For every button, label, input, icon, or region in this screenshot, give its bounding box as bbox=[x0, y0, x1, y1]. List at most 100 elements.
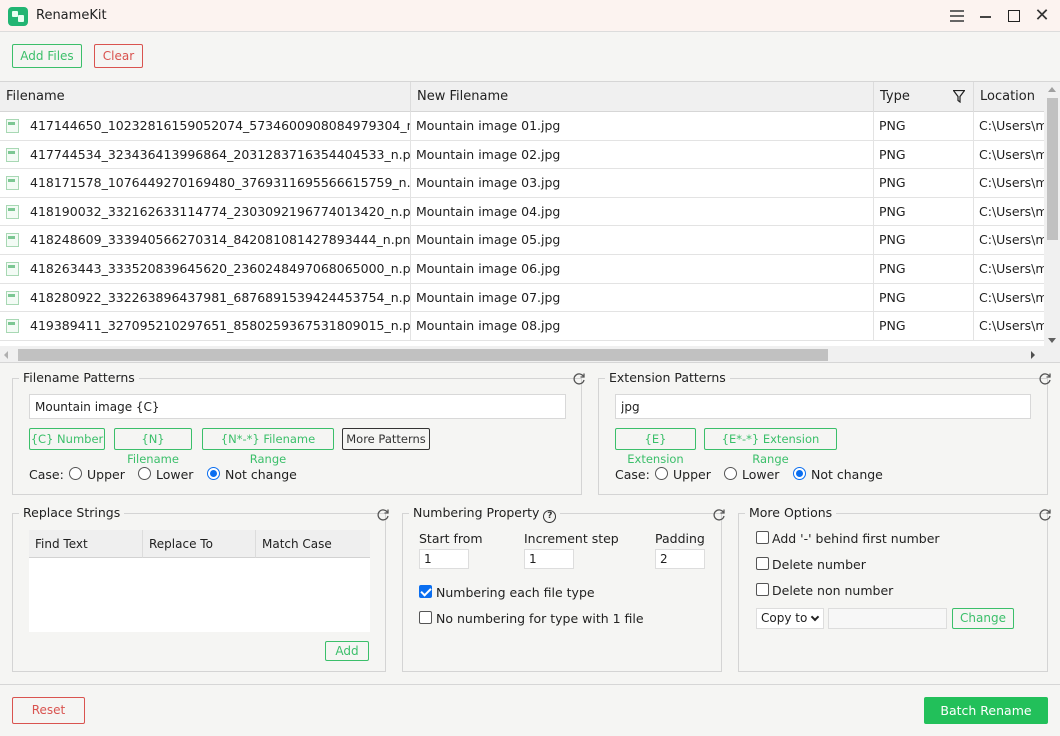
numbering-property-title: Numbering Property ? bbox=[409, 505, 561, 523]
table-row[interactable]: 418263443_333520839645620_23602484970680… bbox=[0, 255, 1044, 284]
start-from-input[interactable]: 1 bbox=[419, 549, 469, 569]
extension-case-not-change-radio[interactable] bbox=[793, 467, 806, 480]
column-header-replace-to[interactable]: Replace To bbox=[143, 530, 256, 558]
extension-patterns-title: Extension Patterns bbox=[605, 370, 730, 385]
add-replace-button[interactable]: Add bbox=[325, 641, 369, 661]
numbering-property-label: Numbering Property bbox=[413, 505, 540, 520]
table-row[interactable]: 417744534_323436413996864_20312837163544… bbox=[0, 140, 1044, 170]
extension-patterns-group: Extension Patterns {E} Extension {E*-*} … bbox=[598, 370, 1048, 495]
extension-patterns-reset-icon[interactable] bbox=[1038, 372, 1052, 386]
column-header-find-text[interactable]: Find Text bbox=[29, 530, 143, 558]
no-numbering-single-checkbox[interactable] bbox=[419, 611, 432, 624]
delete-number-checkbox[interactable] bbox=[756, 557, 769, 570]
app-logo-icon bbox=[8, 7, 28, 26]
table-row[interactable]: 418248609_333940566270314_84208108142789… bbox=[0, 226, 1044, 255]
column-header-new-filename[interactable]: New Filename bbox=[411, 82, 874, 112]
filter-icon[interactable] bbox=[953, 90, 965, 103]
filename-case-label: Case: bbox=[29, 467, 64, 482]
insert-filename-button[interactable]: {N} Filename bbox=[114, 428, 192, 466]
maximize-icon[interactable] bbox=[1004, 6, 1024, 26]
filename-case-not-change-radio[interactable] bbox=[207, 467, 220, 480]
app-title: RenameKit bbox=[36, 8, 107, 23]
padding-input[interactable]: 2 bbox=[655, 549, 705, 569]
extension-case-lower-label: Lower bbox=[742, 467, 780, 482]
more-options-group: More Options Add '-' behind first number… bbox=[738, 505, 1048, 672]
extension-case-lower-radio[interactable] bbox=[724, 467, 737, 480]
table-row[interactable]: 419389411_327095210297651_85802593675318… bbox=[0, 312, 1044, 341]
insert-filename-range-button[interactable]: {N*-*} Filename Range bbox=[202, 428, 334, 466]
extension-pattern-input[interactable] bbox=[615, 394, 1031, 419]
filename-patterns-title: Filename Patterns bbox=[19, 370, 139, 385]
extension-case-upper-label: Upper bbox=[673, 467, 711, 482]
filename-case-upper-label: Upper bbox=[87, 467, 125, 482]
add-files-button[interactable]: Add Files bbox=[12, 44, 82, 68]
cell-new-filename: Mountain image 07.jpg bbox=[411, 283, 874, 312]
cell-type: PNG bbox=[874, 140, 974, 169]
padding-label: Padding bbox=[655, 531, 705, 546]
column-header-type[interactable]: Type bbox=[874, 82, 974, 112]
horizontal-scroll-thumb[interactable] bbox=[18, 349, 828, 361]
table-row[interactable]: 417144650_10232816159052074_573460090808… bbox=[0, 112, 1044, 141]
cell-new-filename: Mountain image 03.jpg bbox=[411, 169, 874, 198]
scroll-up-icon[interactable] bbox=[1048, 87, 1056, 92]
no-numbering-single-label: No numbering for type with 1 file bbox=[436, 611, 644, 626]
insert-number-button[interactable]: {C} Number bbox=[29, 428, 105, 450]
increment-step-input[interactable]: 1 bbox=[524, 549, 574, 569]
numbering-reset-icon[interactable] bbox=[712, 508, 726, 522]
copy-to-select[interactable]: Copy to bbox=[756, 608, 824, 629]
filename-case-not-change-label: Not change bbox=[225, 467, 297, 482]
change-button[interactable]: Change bbox=[952, 608, 1014, 629]
filename-pattern-input[interactable] bbox=[29, 394, 566, 419]
add-dash-checkbox[interactable] bbox=[756, 531, 769, 544]
cell-filename: 417744534_323436413996864_20312837163544… bbox=[0, 140, 411, 169]
cell-type: PNG bbox=[874, 312, 974, 341]
scroll-down-icon[interactable] bbox=[1048, 338, 1056, 343]
numbering-each-type-checkbox[interactable] bbox=[419, 585, 432, 598]
cell-type: PNG bbox=[874, 283, 974, 312]
reset-button[interactable]: Reset bbox=[12, 697, 85, 724]
filename-patterns-reset-icon[interactable] bbox=[572, 372, 586, 386]
filename-case-lower-radio[interactable] bbox=[138, 467, 151, 480]
title-bar: RenameKit ✕ bbox=[0, 0, 1060, 32]
column-header-match-case[interactable]: Match Case bbox=[256, 530, 370, 558]
delete-non-number-checkbox[interactable] bbox=[756, 583, 769, 596]
replace-strings-table: Find Text Replace To Match Case bbox=[29, 530, 370, 632]
cell-new-filename: Mountain image 06.jpg bbox=[411, 255, 874, 283]
table-row[interactable]: 418190032_332162633114774_23030921967740… bbox=[0, 197, 1044, 227]
cell-filename: 419389411_327095210297651_85802593675318… bbox=[0, 312, 411, 341]
replace-strings-reset-icon[interactable] bbox=[376, 508, 390, 522]
table-row[interactable]: 418171578_1076449270169480_3769311695566… bbox=[0, 169, 1044, 198]
vertical-scroll-thumb[interactable] bbox=[1047, 98, 1058, 240]
cell-filename: 418190032_332162633114774_23030921967740… bbox=[0, 197, 411, 226]
insert-extension-button[interactable]: {E} Extension bbox=[615, 428, 696, 466]
add-dash-label: Add '-' behind first number bbox=[772, 531, 940, 546]
column-header-location[interactable]: Location bbox=[974, 82, 1044, 112]
scroll-left-icon[interactable] bbox=[4, 351, 8, 359]
replace-strings-title: Replace Strings bbox=[19, 505, 125, 520]
extension-case-label: Case: bbox=[615, 467, 650, 482]
table-row[interactable]: 418280922_332263896437981_68768915394244… bbox=[0, 283, 1044, 313]
more-options-reset-icon[interactable] bbox=[1038, 508, 1052, 522]
filename-patterns-group: Filename Patterns {C} Number {N} Filenam… bbox=[12, 370, 582, 495]
insert-extension-range-button[interactable]: {E*-*} Extension Range bbox=[704, 428, 837, 466]
help-icon[interactable]: ? bbox=[543, 510, 557, 523]
scroll-right-icon[interactable] bbox=[1031, 351, 1035, 359]
cell-type: PNG bbox=[874, 112, 974, 140]
vertical-scrollbar[interactable] bbox=[1044, 82, 1060, 346]
chevron-down-icon bbox=[810, 612, 820, 622]
menu-icon[interactable] bbox=[947, 6, 967, 26]
cell-new-filename: Mountain image 08.jpg bbox=[411, 312, 874, 341]
minimize-icon[interactable] bbox=[976, 6, 996, 26]
filename-case-upper-radio[interactable] bbox=[69, 467, 82, 480]
column-header-filename[interactable]: Filename bbox=[0, 82, 411, 112]
destination-path-input[interactable] bbox=[828, 608, 947, 629]
clear-button[interactable]: Clear bbox=[94, 44, 143, 68]
numbering-each-type-label: Numbering each file type bbox=[436, 585, 595, 600]
close-icon[interactable]: ✕ bbox=[1032, 6, 1052, 26]
more-patterns-button[interactable]: More Patterns bbox=[342, 428, 430, 450]
batch-rename-button[interactable]: Batch Rename bbox=[924, 697, 1048, 724]
cell-filename: 417144650_10232816159052074_573460090808… bbox=[0, 112, 411, 140]
cell-filename: 418280922_332263896437981_68768915394244… bbox=[0, 283, 411, 312]
horizontal-scrollbar[interactable] bbox=[0, 346, 1060, 362]
extension-case-upper-radio[interactable] bbox=[655, 467, 668, 480]
